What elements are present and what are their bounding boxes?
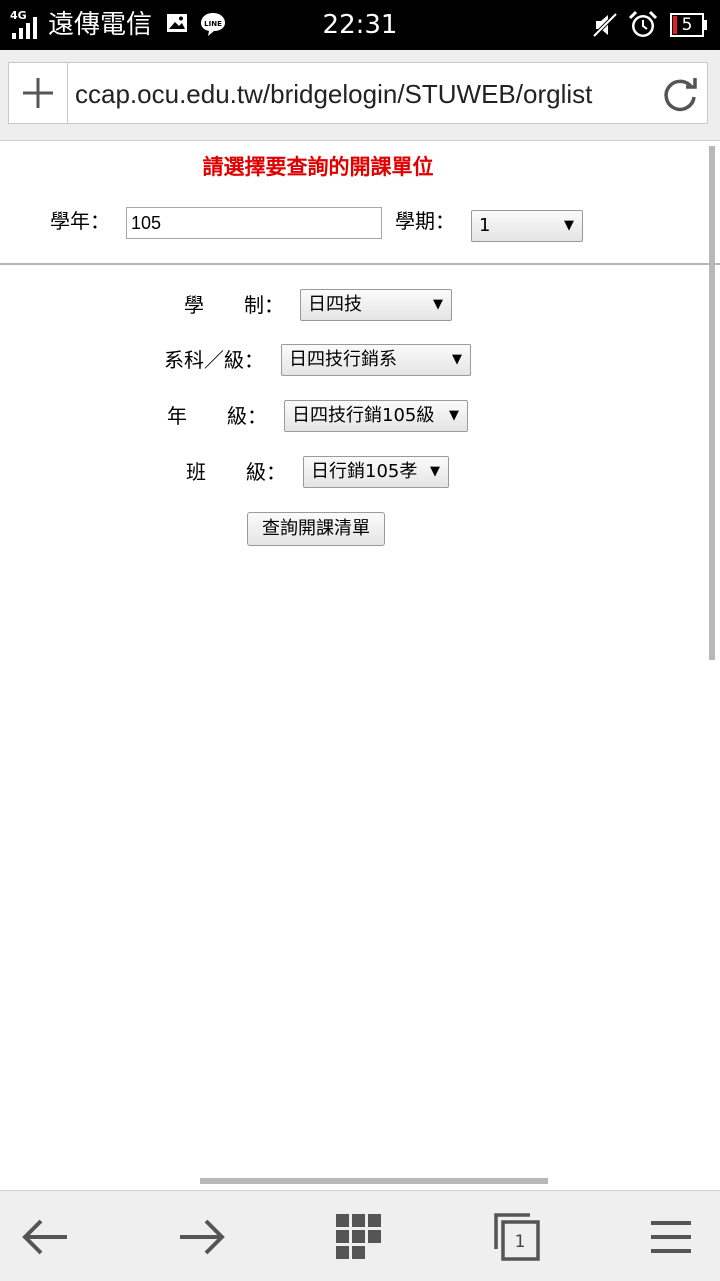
semester-value: 1 (479, 215, 491, 236)
horizontal-scrollbar[interactable] (200, 1178, 548, 1184)
system-select[interactable]: 日四技 ▼ (300, 289, 452, 321)
class-label: 班 級： (186, 460, 286, 484)
dropdown-arrow-icon: ▼ (564, 218, 574, 233)
dept-label: 系科／級： (164, 348, 264, 372)
class-select[interactable]: 日行銷105孝 ▼ (303, 456, 449, 488)
year-label: 學年： (50, 209, 110, 233)
dropdown-arrow-icon: ▼ (452, 352, 462, 367)
plus-icon (23, 78, 53, 108)
browser-toolbar: ccap.ocu.edu.tw/bridgelogin/STUWEB/orgli… (0, 50, 720, 141)
tab-count: 1 (514, 1232, 526, 1252)
battery-icon: 5 (670, 13, 708, 37)
grade-value: 日四技行銷105級 (292, 405, 435, 426)
grade-select[interactable]: 日四技行銷105級 ▼ (284, 400, 468, 432)
alarm-icon (628, 10, 658, 37)
page-title: 請選擇要查詢的開課單位 (202, 155, 434, 179)
class-value: 日行銷105孝 (311, 461, 418, 482)
dropdown-arrow-icon: ▼ (433, 297, 443, 312)
reload-icon[interactable] (661, 75, 699, 113)
battery-level: 5 (681, 15, 693, 35)
status-bar: 4G 遠傳電信 LINE 22:31 5 (0, 0, 720, 50)
semester-label: 學期： (395, 209, 455, 233)
url-text[interactable]: ccap.ocu.edu.tw/bridgelogin/STUWEB/orgli… (75, 63, 592, 123)
dropdown-arrow-icon: ▼ (449, 408, 459, 423)
grade-label: 年 級： (167, 404, 267, 428)
grid-icon[interactable] (333, 1211, 385, 1263)
semester-select[interactable]: 1 ▼ (471, 210, 583, 242)
menu-icon[interactable] (647, 1211, 699, 1263)
forward-arrow-icon[interactable] (176, 1211, 228, 1263)
dept-select[interactable]: 日四技行銷系 ▼ (281, 344, 471, 376)
new-tab-button[interactable] (9, 63, 68, 123)
back-arrow-icon[interactable] (19, 1211, 71, 1263)
system-value: 日四技 (308, 294, 362, 315)
query-courses-button[interactable]: 查詢開課清單 (247, 512, 385, 546)
dept-value: 日四技行銷系 (289, 349, 397, 370)
tabs-button[interactable]: 1 (492, 1211, 544, 1263)
divider (0, 263, 720, 265)
vertical-scrollbar[interactable] (709, 146, 715, 660)
mute-icon (592, 12, 618, 38)
year-input[interactable]: 105 (126, 207, 382, 239)
address-bar[interactable]: ccap.ocu.edu.tw/bridgelogin/STUWEB/orgli… (8, 62, 708, 124)
system-label: 學 制： (184, 293, 284, 317)
dropdown-arrow-icon: ▼ (430, 464, 440, 479)
browser-bottom-nav: 1 (0, 1190, 720, 1281)
